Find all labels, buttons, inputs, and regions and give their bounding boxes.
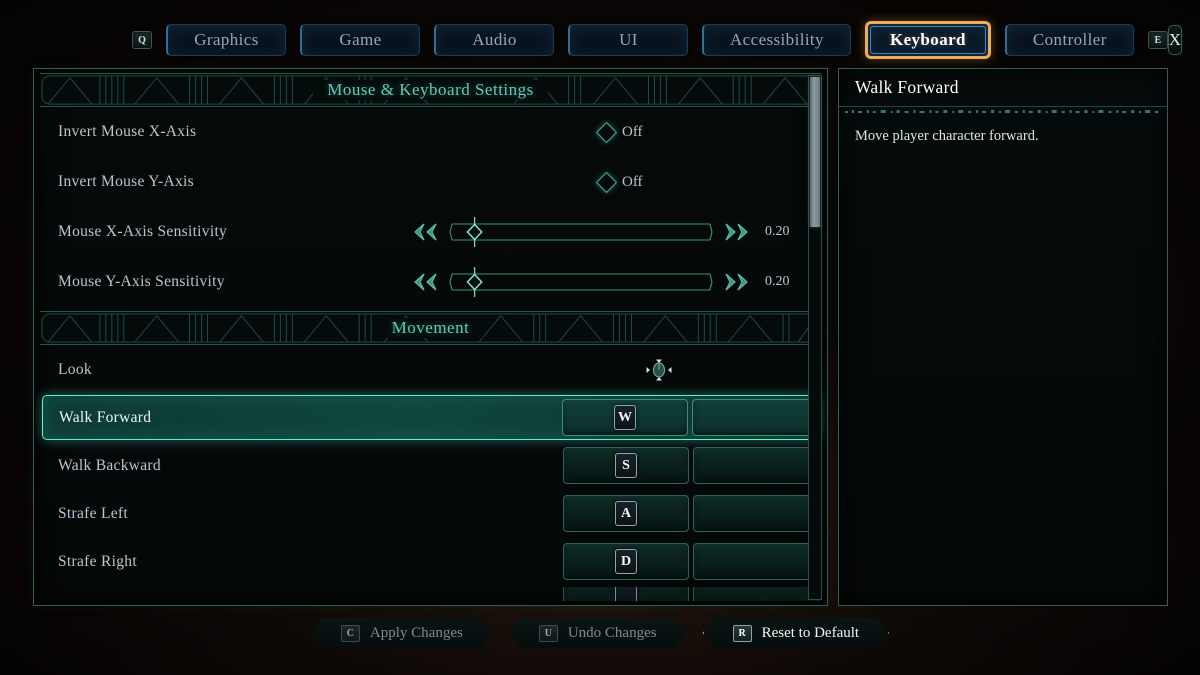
chevron-left-icon[interactable] [411, 272, 439, 292]
keybind-slot-secondary[interactable] [693, 447, 819, 484]
keybind-label: Strafe Right [58, 552, 137, 570]
slider-track[interactable] [448, 267, 714, 297]
option-label: Mouse Y-Axis Sensitivity [58, 273, 225, 290]
slider-control[interactable] [411, 217, 751, 247]
keybind-label: Walk Forward [59, 408, 152, 426]
apply-key-hint: C [341, 625, 360, 642]
tab-graphics[interactable]: Graphics [166, 24, 286, 56]
chevron-left-icon[interactable] [411, 222, 439, 242]
mouse-look-icon [646, 359, 672, 381]
undo-changes-label: Undo Changes [567, 624, 657, 641]
slider-track-icon [449, 217, 713, 247]
keybind-row-partial[interactable] [42, 587, 819, 601]
slider-value: 0.20 [765, 224, 790, 239]
reset-key-hint: R [733, 625, 752, 642]
apply-changes-button[interactable]: C Apply Changes [311, 618, 493, 648]
look-control[interactable] [599, 357, 719, 383]
keybind-slot-primary[interactable]: W [562, 399, 688, 436]
info-panel-title: Walk Forward [839, 69, 1167, 107]
tab-label: Graphics [194, 30, 259, 49]
keycap: W [614, 405, 636, 430]
scrollbar-thumb[interactable] [810, 77, 820, 227]
close-button[interactable]: X [1167, 25, 1183, 55]
next-tab-key-hint[interactable]: E [1147, 31, 1168, 49]
button-edge-left [702, 618, 715, 648]
slider-track[interactable] [448, 217, 714, 247]
chevron-right-icon[interactable] [723, 222, 751, 242]
keybind-slot-primary[interactable] [563, 587, 689, 601]
keybind-slot-secondary[interactable] [693, 543, 819, 580]
option-invert-mouse-x[interactable]: Invert Mouse X-Axis Off [34, 107, 827, 157]
toggle-control[interactable]: Off [595, 171, 719, 193]
tab-label: UI [619, 30, 638, 49]
section-header-mouse-keyboard: Mouse & Keyboard Settings [40, 73, 821, 107]
keybind-slot-secondary[interactable] [693, 587, 819, 601]
tab-ui[interactable]: UI [568, 24, 688, 56]
info-panel-description: Move player character forward. [855, 128, 1039, 144]
keybind-slot-primary[interactable]: A [563, 495, 689, 532]
option-label: Look [58, 361, 92, 378]
keybind-slot-secondary[interactable] [693, 495, 819, 532]
settings-panel: Mouse & Keyboard Settings Invert Mouse X… [33, 68, 828, 606]
tab-accessibility[interactable]: Accessibility [702, 24, 851, 56]
settings-tab-bar: Q Graphics Game Audio UI Accessibility K… [0, 18, 1200, 62]
tab-label: Game [339, 30, 382, 49]
keybind-slot-primary[interactable]: D [563, 543, 689, 580]
keybind-row-strafe-left[interactable]: Strafe Left A [42, 491, 819, 536]
option-label: Mouse X-Axis Sensitivity [58, 223, 228, 240]
section-header-movement: Movement [40, 311, 821, 345]
tab-label: Accessibility [730, 30, 824, 49]
keybind-label: Strafe Left [58, 504, 128, 522]
tab-keyboard[interactable]: Keyboard [864, 21, 991, 59]
keybind-row-walk-forward[interactable]: Walk Forward W [42, 395, 819, 440]
tab-audio[interactable]: Audio [434, 24, 554, 56]
apply-changes-label: Apply Changes [369, 624, 463, 641]
toggle-value: Off [622, 173, 643, 190]
option-look[interactable]: Look [34, 345, 827, 395]
keybind-label: Walk Backward [58, 456, 161, 474]
keycap [615, 587, 637, 601]
section-title: Movement [377, 318, 484, 338]
slider-track-icon [449, 267, 713, 297]
dotted-divider-icon [844, 110, 1159, 113]
reset-to-default-button[interactable]: R Reset to Default [703, 618, 889, 648]
option-label: Invert Mouse X-Axis [58, 123, 197, 140]
option-label: Invert Mouse Y-Axis [58, 173, 194, 190]
keycap: S [615, 453, 637, 478]
undo-changes-button[interactable]: U Undo Changes [509, 618, 687, 648]
keybind-row-walk-backward[interactable]: Walk Backward S [42, 443, 819, 488]
keycap: D [615, 549, 637, 574]
toggle-control[interactable]: Off [595, 121, 719, 143]
keybind-slot-primary[interactable]: S [563, 447, 689, 484]
option-mouse-x-sensitivity[interactable]: Mouse X-Axis Sensitivity 0.20 [34, 207, 827, 257]
button-edge-right [877, 618, 890, 648]
keycap: A [615, 501, 637, 526]
option-invert-mouse-y[interactable]: Invert Mouse Y-Axis Off [34, 157, 827, 207]
chevron-right-icon[interactable] [723, 272, 751, 292]
tab-label: Audio [472, 30, 517, 49]
slider-value: 0.20 [765, 274, 790, 289]
tab-label: Controller [1032, 30, 1107, 49]
keybind-row-strafe-right[interactable]: Strafe Right D [42, 539, 819, 584]
settings-scrollbar[interactable] [808, 75, 822, 600]
prev-tab-key-hint[interactable]: Q [132, 31, 152, 49]
undo-key-hint: U [539, 625, 558, 642]
toggle-value: Off [622, 123, 643, 140]
slider-control[interactable] [411, 267, 751, 297]
tab-label: Keyboard [889, 30, 966, 49]
section-title: Mouse & Keyboard Settings [313, 80, 548, 100]
tab-game[interactable]: Game [300, 24, 420, 56]
info-panel-divider [839, 107, 1167, 116]
diamond-icon [595, 121, 618, 143]
diamond-icon [595, 171, 618, 193]
reset-to-default-label: Reset to Default [761, 624, 860, 641]
option-mouse-y-sensitivity[interactable]: Mouse Y-Axis Sensitivity 0.20 [34, 257, 827, 307]
keybind-slot-secondary[interactable] [692, 399, 818, 436]
tab-controller[interactable]: Controller [1004, 24, 1134, 56]
action-bar: C Apply Changes U Undo Changes R Reset t… [0, 613, 1200, 653]
info-panel: Walk Forward Move player character forwa… [838, 68, 1168, 606]
